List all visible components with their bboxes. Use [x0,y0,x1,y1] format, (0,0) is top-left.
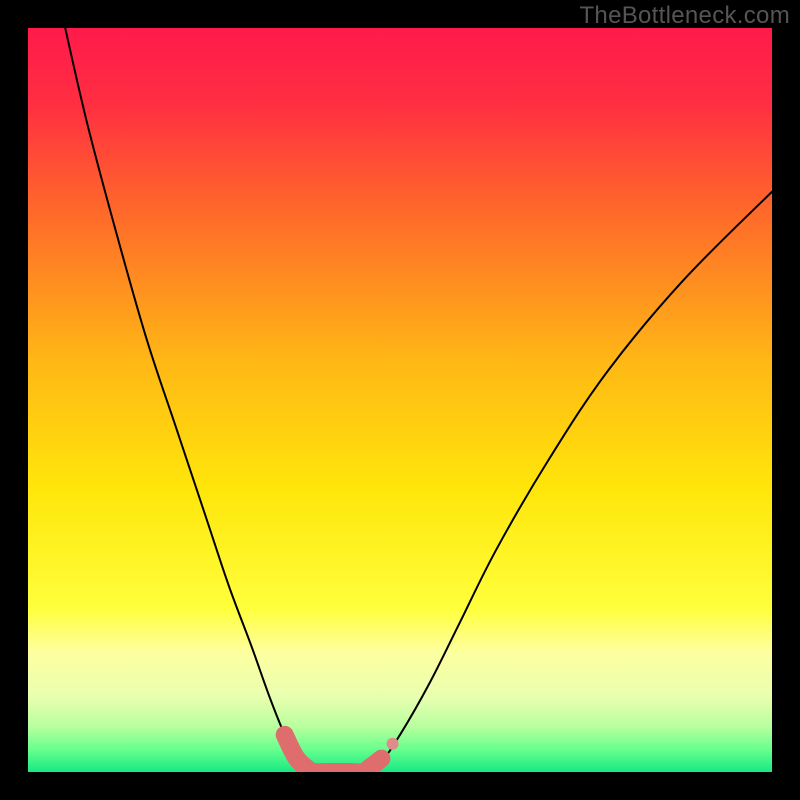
gradient-background [28,28,772,772]
chart-svg [28,28,772,772]
watermark-text: TheBottleneck.com [579,2,790,30]
plot-area [28,28,772,772]
extra-dot [387,738,399,750]
chart-frame: TheBottleneck.com [0,0,800,800]
